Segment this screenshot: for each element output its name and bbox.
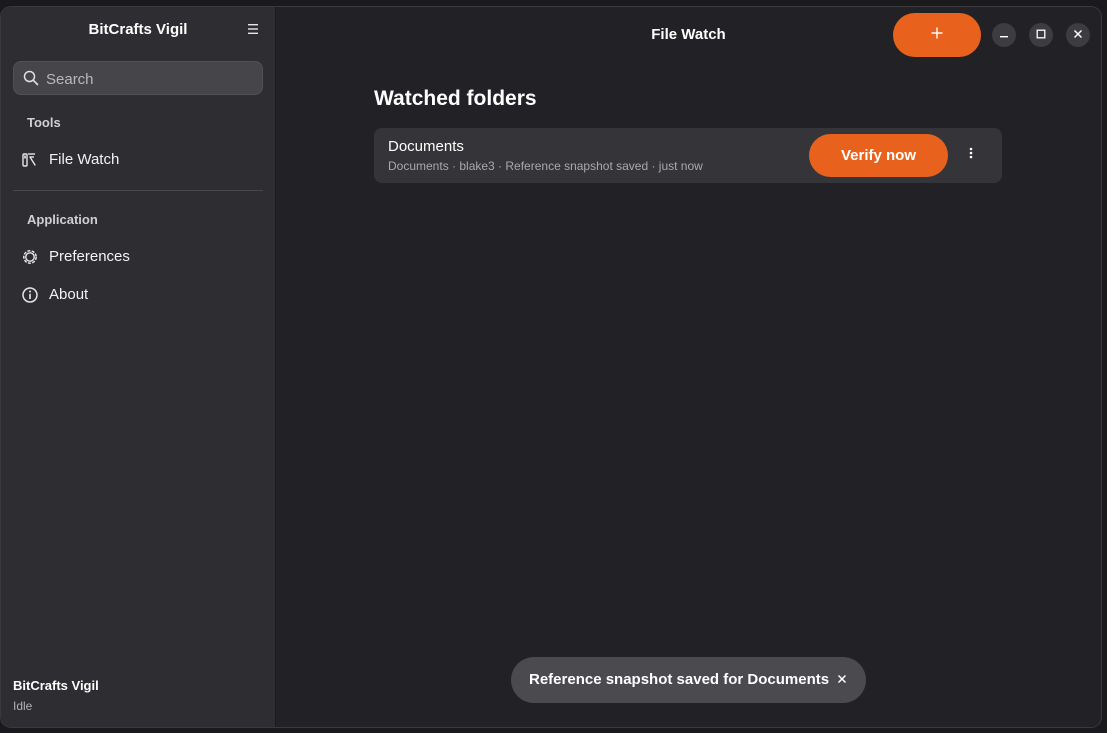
sidebar-divider (13, 190, 263, 191)
watched-folders-heading: Watched folders (374, 87, 537, 110)
toast-notification: Reference snapshot saved for Documents (511, 657, 866, 703)
sidebar-item-label: About (49, 286, 89, 303)
plus-icon (930, 26, 944, 45)
sidebar-item-about[interactable]: About (13, 277, 263, 313)
gear-icon (21, 248, 39, 266)
section-label-application: Application (27, 212, 98, 227)
hamburger-menu-icon[interactable] (245, 22, 261, 36)
folder-name: Documents (388, 138, 464, 155)
close-icon (1073, 26, 1083, 44)
more-options-button[interactable] (958, 142, 984, 168)
close-icon (837, 671, 847, 689)
info-icon (21, 286, 39, 304)
sidebar-header: BitCrafts Vigil (1, 7, 275, 53)
sidebar-item-preferences[interactable]: Preferences (13, 239, 263, 275)
search-input[interactable] (44, 62, 258, 96)
search-icon (23, 70, 39, 86)
footer-status: Idle (13, 699, 33, 713)
sidebar-item-file-watch[interactable]: File Watch (13, 142, 263, 178)
section-label-tools: Tools (27, 115, 61, 130)
app-window: BitCrafts Vigil Tools (1, 7, 1101, 727)
maximize-button[interactable] (1029, 23, 1053, 47)
minimize-button[interactable] (992, 23, 1016, 47)
sidebar-item-label: Preferences (49, 248, 130, 265)
sidebar: BitCrafts Vigil Tools (1, 7, 276, 727)
sidebar-item-label: File Watch (49, 151, 120, 168)
footer-app-name: BitCrafts Vigil (13, 678, 99, 693)
toast-message: Reference snapshot saved for Documents (529, 671, 830, 688)
add-folder-button[interactable] (893, 13, 981, 57)
kebab-menu-icon (969, 146, 973, 164)
folder-meta: Documents · blake3 · Reference snapshot … (388, 159, 703, 173)
minimize-icon (999, 26, 1009, 44)
folder-row: Documents Documents · blake3 · Reference… (374, 128, 1002, 183)
verify-now-button[interactable]: Verify now (809, 134, 948, 177)
search-box[interactable] (13, 61, 263, 96)
maximize-icon (1036, 26, 1046, 44)
file-watch-icon (21, 151, 39, 169)
sidebar-title: BitCrafts Vigil (88, 21, 188, 38)
toast-close-button[interactable] (833, 671, 851, 689)
main-content: File Watch Watched folders Documents Doc… (276, 7, 1101, 727)
close-window-button[interactable] (1066, 23, 1090, 47)
